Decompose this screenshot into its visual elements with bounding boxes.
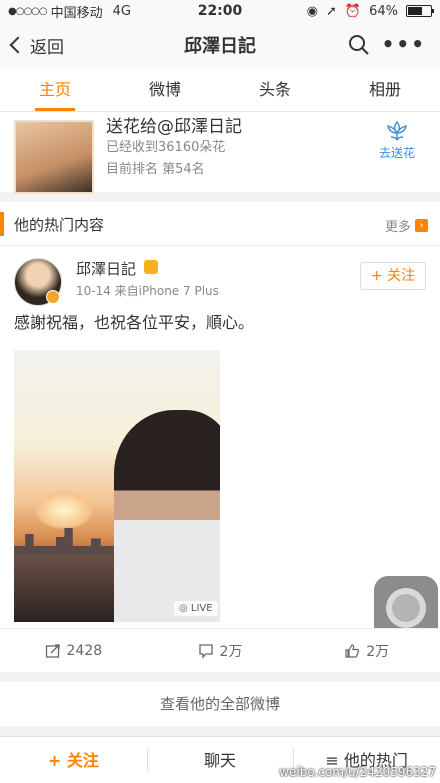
weibo-profile-screen: ●○○○○ 中国移动 4G 22:00 ◉ ➚ ⏰ 64% 返回 邱澤日記 ••… [0, 0, 440, 783]
photo-sun [34, 490, 94, 530]
back-label: 返回 [30, 37, 64, 58]
his-hot-button[interactable]: ≡ 他的热门 [293, 737, 440, 783]
lock-rotation-icon: ◉ [306, 3, 318, 19]
post-actions: 2428 2万 2万 [0, 628, 440, 672]
verified-badge-icon [46, 290, 60, 304]
follow-button[interactable]: + 关注 [360, 262, 426, 290]
flower-icon [387, 120, 407, 141]
signal-icon: ●○○○○ [8, 5, 48, 17]
chevron-right-icon: › [415, 219, 428, 232]
status-right: ◉ ➚ ⏰ 64% [306, 3, 434, 19]
assistive-touch-icon [386, 588, 426, 628]
thumbs-up-icon [345, 643, 360, 658]
chat-button[interactable]: 聊天 [146, 737, 294, 783]
alarm-icon: ⏰ [344, 3, 362, 19]
status-bar: ●○○○○ 中国移动 4G 22:00 ◉ ➚ ⏰ 64% [0, 0, 440, 22]
vip-icon [144, 260, 158, 274]
comment-count: 2万 [219, 643, 243, 660]
post-text: 感謝祝福，也祝各位平安，順心。 [14, 313, 255, 332]
more-options-icon[interactable]: ••• [382, 34, 426, 54]
flowers-received: 已经收到36160朵花 [106, 140, 226, 155]
battery-icon [406, 5, 434, 17]
network-label: 4G [112, 3, 132, 19]
live-photo-badge: ◎ LIVE [174, 601, 218, 616]
comment-button[interactable]: 2万 [147, 629, 294, 672]
bottom-bar: + 关注 聊天 ≡ 他的热门 weibo.com/u/2420596327 [0, 736, 440, 783]
more-link[interactable]: 更多 › [385, 216, 428, 235]
bottom-follow-button[interactable]: + 关注 [0, 737, 147, 783]
hot-content-section: 他的热门内容 更多 › 邱澤日記 10-14 来自iPhone 7 Plus +… [0, 202, 440, 628]
give-flower-label: 去送花 [378, 146, 415, 160]
post-photo[interactable]: ◎ LIVE [14, 350, 220, 622]
tab-headlines[interactable]: 头条 [220, 68, 330, 111]
photo-person [114, 410, 220, 622]
flower-card: 送花给@邱澤日記 已经收到36160朵花 目前排名 第54名 去送花 [0, 112, 440, 194]
flower-title: 送花给@邱澤日記 [106, 117, 242, 137]
search-icon[interactable] [348, 34, 370, 56]
carrier-label: 中国移动 [50, 5, 103, 21]
repost-icon [45, 643, 60, 658]
battery-percent: 64% [369, 3, 398, 19]
back-button[interactable]: 返回 [0, 33, 64, 58]
comment-icon [198, 643, 213, 659]
page-title: 邱澤日記 [184, 36, 256, 57]
like-button[interactable]: 2万 [293, 629, 440, 672]
post-username[interactable]: 邱澤日記 [76, 258, 136, 279]
like-count: 2万 [366, 643, 390, 660]
more-label: 更多 [384, 220, 411, 235]
post-header: 邱澤日記 10-14 来自iPhone 7 Plus + 关注 [0, 246, 440, 310]
tab-album[interactable]: 相册 [330, 68, 440, 111]
section-accent-bar [0, 212, 4, 236]
chevron-left-icon [9, 36, 27, 54]
hot-title: 他的热门内容 [14, 216, 105, 234]
tab-home[interactable]: 主页 [0, 68, 110, 111]
repost-count: 2428 [66, 642, 103, 659]
view-all-posts-button[interactable]: 查看他的全部微博 [0, 682, 440, 726]
location-icon: ➚ [326, 3, 337, 19]
post-meta: 10-14 来自iPhone 7 Plus [76, 284, 219, 298]
give-flower-button[interactable]: 去送花 [376, 120, 418, 161]
repost-button[interactable]: 2428 [0, 629, 147, 672]
profile-tabs: 主页 微博 头条 相册 [0, 68, 440, 112]
nav-bar: 返回 邱澤日記 ••• [0, 22, 440, 68]
tab-weibo[interactable]: 微博 [110, 68, 220, 111]
hot-header: 他的热门内容 更多 › [0, 202, 440, 246]
flower-rank: 目前排名 第54名 [106, 162, 205, 177]
profile-photo [14, 120, 94, 194]
live-label: LIVE [190, 603, 213, 614]
